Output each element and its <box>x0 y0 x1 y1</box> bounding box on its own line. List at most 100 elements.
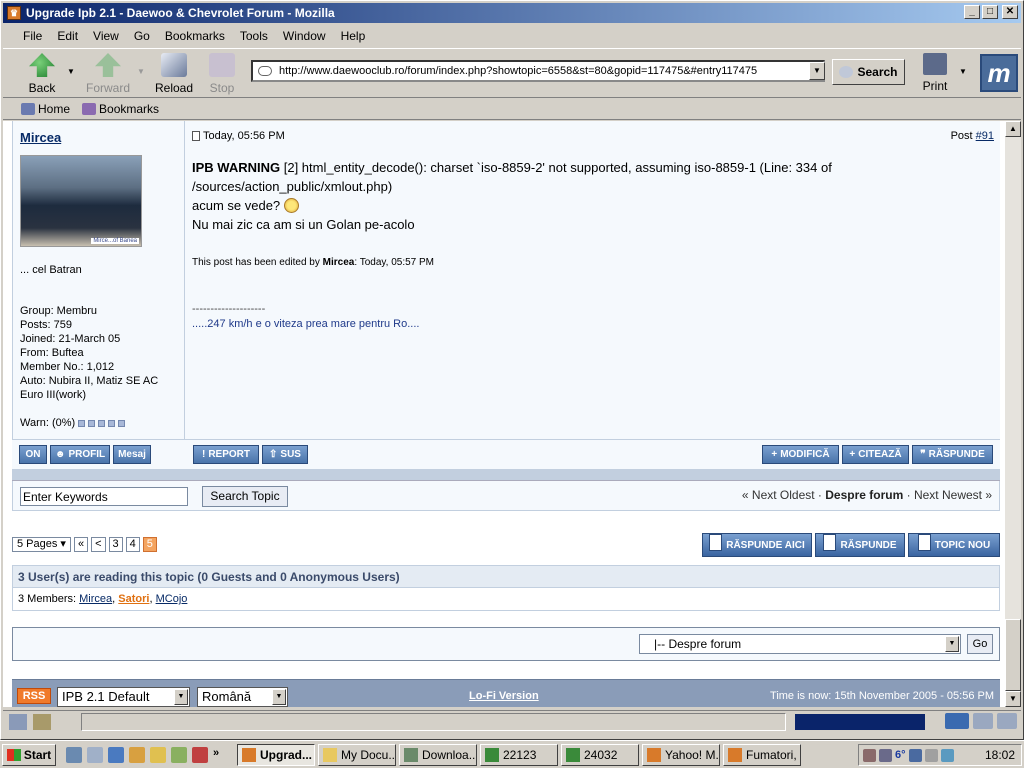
menu-help[interactable]: Help <box>341 29 366 43</box>
task-excel-22123[interactable]: 22123 <box>480 743 558 766</box>
print-button[interactable]: Print <box>918 53 952 93</box>
media-player-icon[interactable] <box>150 746 166 763</box>
next-newest-link[interactable]: Next Newest » <box>914 488 992 502</box>
keywords-input[interactable]: Enter Keywords <box>20 487 188 506</box>
page-4-link[interactable]: 4 <box>125 537 140 552</box>
forum-jump-select[interactable]: |-- Despre forum ▼ <box>639 634 961 654</box>
more-icon[interactable]: » <box>213 747 229 763</box>
home-button[interactable]: Home <box>21 102 70 116</box>
back-button[interactable]: Back <box>19 53 65 95</box>
scroll-up-button[interactable]: ▲ <box>1005 121 1021 137</box>
menu-file[interactable]: File <box>23 29 42 43</box>
profile-button[interactable]: ☻ PROFIL <box>50 445 110 464</box>
show-desktop-icon[interactable] <box>66 746 82 763</box>
menu-view[interactable]: View <box>93 29 119 43</box>
post-number-link[interactable]: #91 <box>976 130 994 142</box>
close-button[interactable]: ✕ <box>1002 5 1018 19</box>
reload-button[interactable]: Reload <box>151 53 197 95</box>
task-mozilla[interactable]: Upgrad... <box>237 743 315 766</box>
print-dropdown-icon[interactable]: ▼ <box>959 67 967 76</box>
reply-here-button[interactable]: RĂSPUNDE AICI <box>702 533 812 557</box>
warn-label[interactable]: Warn: (0%) <box>20 417 75 429</box>
bookmarks-button[interactable]: Bookmarks <box>82 102 159 116</box>
tray-icon[interactable] <box>863 748 876 762</box>
menu-tools[interactable]: Tools <box>240 29 268 43</box>
excel-icon <box>566 747 580 762</box>
warn-box-icon <box>118 419 126 427</box>
security-icon[interactable] <box>997 713 1017 729</box>
new-topic-button[interactable]: TOPIC NOU <box>908 533 1000 557</box>
first-page-link[interactable]: « <box>73 537 89 552</box>
app-icon[interactable] <box>171 746 187 763</box>
menu-window[interactable]: Window <box>283 29 326 43</box>
task-excel-24032[interactable]: 24032 <box>561 743 639 766</box>
cookie-icon[interactable] <box>973 713 993 729</box>
printer-icon <box>923 53 947 75</box>
go-button[interactable]: Go <box>967 634 993 654</box>
task-fumatori[interactable]: Fumatori, ... <box>723 743 801 766</box>
stop-button[interactable]: Stop <box>199 53 245 95</box>
menu-bookmarks[interactable]: Bookmarks <box>165 29 225 43</box>
next-oldest-link[interactable]: « Next Oldest <box>742 488 815 502</box>
prev-page-link[interactable]: < <box>91 537 106 552</box>
personal-toolbar: Home Bookmarks <box>3 98 1021 120</box>
maximize-button[interactable]: □ <box>982 5 998 19</box>
clock[interactable]: 18:02 <box>985 748 1015 762</box>
exclamation-icon: ! <box>201 449 206 460</box>
volume-icon[interactable] <box>924 748 938 762</box>
online-icon[interactable] <box>945 713 969 729</box>
edited-note: This post has been edited by Mircea: Tod… <box>192 257 435 268</box>
url-input[interactable]: http://www.daewooclub.ro/forum/index.php… <box>251 60 825 82</box>
forward-button[interactable]: Forward <box>85 53 131 95</box>
composer-icon[interactable] <box>33 713 51 730</box>
scroll-down-button[interactable]: ▼ <box>1005 691 1021 707</box>
navigator-icon[interactable] <box>9 713 27 730</box>
notepad-icon[interactable] <box>87 746 103 763</box>
pages-dropdown[interactable]: 5 Pages ▾ <box>12 537 71 552</box>
scroll-thumb[interactable] <box>1005 619 1021 691</box>
online-button[interactable]: ON <box>19 445 47 464</box>
task-yahoo-messenger[interactable]: Yahoo! M... <box>642 743 720 766</box>
search-topic-button[interactable]: Search Topic <box>202 486 288 507</box>
report-button[interactable]: ! REPORT <box>193 445 259 464</box>
author-name-link[interactable]: Mircea <box>20 130 61 145</box>
network-icon[interactable] <box>908 748 922 762</box>
edit-button[interactable]: + MODIFICĂ <box>762 445 839 464</box>
task-downloads[interactable]: Downloa... <box>399 743 477 766</box>
vertical-scrollbar[interactable]: ▲ ▼ <box>1005 121 1021 707</box>
explorer-icon[interactable] <box>108 746 124 763</box>
quote-button[interactable]: + CITEAZĂ <box>842 445 909 464</box>
member-link[interactable]: MCojo <box>156 593 188 605</box>
top-button[interactable]: ⇧ SUS <box>262 445 308 464</box>
add-reply-button[interactable]: RĂSPUNDE <box>815 533 905 557</box>
page-3-link[interactable]: 3 <box>108 537 123 552</box>
tray-icon[interactable] <box>879 748 892 762</box>
message-button[interactable]: Mesaj <box>113 445 151 464</box>
winamp-icon[interactable] <box>129 746 145 763</box>
menu-go[interactable]: Go <box>134 29 150 43</box>
status-icons <box>945 713 1017 729</box>
menu-edit[interactable]: Edit <box>57 29 78 43</box>
mozilla-throbber[interactable]: m <box>980 54 1018 92</box>
download-icon <box>404 747 418 762</box>
tray-icon[interactable] <box>940 748 954 762</box>
search-button[interactable]: Search <box>832 59 905 85</box>
member-link[interactable]: Mircea <box>79 593 112 605</box>
language-select[interactable]: Română ▼ <box>197 687 288 707</box>
topic-search-bar: Enter Keywords Search Topic « Next Oldes… <box>12 481 1000 511</box>
member-link[interactable]: Satori <box>118 593 149 605</box>
forward-dropdown-icon[interactable]: ▼ <box>137 67 145 76</box>
lofi-link[interactable]: Lo-Fi Version <box>469 690 539 702</box>
minimize-button[interactable]: _ <box>964 5 980 19</box>
url-dropdown-button[interactable]: ▼ <box>809 62 825 80</box>
start-button[interactable]: Start <box>2 743 56 766</box>
task-my-documents[interactable]: My Docu... <box>318 743 396 766</box>
app-icon[interactable] <box>192 746 208 763</box>
back-dropdown-icon[interactable]: ▼ <box>67 67 75 76</box>
skin-select[interactable]: IPB 2.1 Default ▼ <box>57 687 190 707</box>
rss-button[interactable]: RSS <box>17 688 51 704</box>
post-body-panel: Today, 05:56 PM Post #91 IPB WARNING [2]… <box>186 121 1000 469</box>
reply-button[interactable]: ❞ RĂSPUNDE <box>912 445 993 464</box>
temperature[interactable]: 6° <box>895 749 906 761</box>
forum-link[interactable]: Despre forum <box>825 488 903 502</box>
